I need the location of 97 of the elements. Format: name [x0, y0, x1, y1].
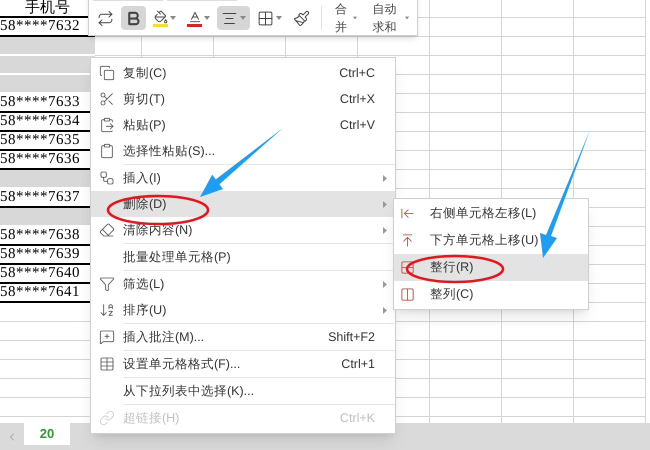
table-cell: [430, 322, 502, 341]
submenu-item[interactable]: 整行(R): [394, 254, 588, 281]
toolbar-button[interactable]: [217, 6, 250, 30]
sheet-tab[interactable]: 20: [24, 423, 70, 445]
submenu-arrow-icon: [383, 280, 387, 288]
comment-icon: [99, 329, 115, 345]
shortcut-text: Ctrl+X: [340, 90, 375, 108]
insert-icon: [99, 170, 115, 186]
menu-item[interactable]: 粘贴(P) Ctrl+V: [91, 112, 395, 138]
bold-icon: [125, 10, 142, 26]
table-cell: [574, 360, 646, 379]
table-cell: [502, 379, 574, 398]
table-cell: [430, 37, 502, 56]
table-cell: [502, 0, 574, 18]
table-cell: [574, 398, 646, 417]
table-cell: [574, 0, 646, 18]
caret-icon: [204, 16, 210, 20]
table-cell: [430, 113, 502, 132]
shift-left-icon: [400, 206, 415, 221]
rows-icon: [400, 260, 415, 275]
shortcut-text: Ctrl+C: [339, 64, 375, 82]
convert-icon: [97, 10, 114, 26]
table-cell: [430, 341, 502, 360]
table-cell: [430, 56, 502, 75]
menu-item[interactable]: 选择性粘贴(S)...: [91, 138, 395, 164]
table-cell: [502, 132, 574, 151]
table-cell: [574, 322, 646, 341]
table-cell: [574, 37, 646, 56]
menu-item[interactable]: 排序(U): [91, 297, 395, 323]
table-cell: [502, 18, 574, 37]
scissors-icon: [99, 91, 115, 107]
table-cell: [574, 113, 646, 132]
table-cell: [502, 322, 574, 341]
table-cell: [574, 379, 646, 398]
caret-icon: [276, 16, 282, 20]
caret-icon: [170, 16, 176, 20]
columns-icon: [400, 287, 415, 302]
clipboard-icon: [99, 143, 115, 159]
table-cell: [502, 360, 574, 379]
menu-item[interactable]: 剪切(T) Ctrl+X: [91, 86, 395, 112]
menu-item[interactable]: 从下拉列表中选择(K)...: [91, 378, 395, 404]
submenu-arrow-icon: [383, 174, 387, 182]
table-cell: [574, 94, 646, 113]
table-cell: [502, 37, 574, 56]
borders-icon: [257, 10, 274, 26]
table-cell: [430, 18, 502, 37]
shortcut-text: Ctrl+K: [340, 410, 375, 427]
table-cell: [502, 398, 574, 417]
table-cell: [430, 132, 502, 151]
menu-item[interactable]: 复制(C) Ctrl+C: [91, 60, 395, 86]
menu-item[interactable]: 插入(I): [91, 165, 395, 191]
eraser-icon: [99, 222, 115, 238]
table-cell: [502, 94, 574, 113]
table-cell: [430, 398, 502, 417]
caret-icon: [352, 16, 357, 20]
menu-item[interactable]: 插入批注(M)... Shift+F2: [91, 324, 395, 350]
toolbar-button[interactable]: [121, 6, 146, 30]
color-bar: [153, 24, 168, 26]
font-color-icon: [188, 10, 202, 24]
color-bar: [187, 24, 202, 26]
sort-icon: [99, 302, 115, 318]
link-icon: [99, 410, 115, 426]
submenu-item[interactable]: 右侧单元格左移(L): [394, 200, 588, 227]
submenu-arrow-icon: [383, 306, 387, 314]
submenu-item[interactable]: 整列(C): [394, 281, 588, 308]
table-cell: [502, 75, 574, 94]
table-cell: [574, 75, 646, 94]
table-cell: [502, 341, 574, 360]
copy-icon: [99, 65, 115, 81]
table-cell: [430, 151, 502, 170]
fill-color-icon: [154, 10, 168, 24]
table-cell: [502, 56, 574, 75]
shortcut-text: Shift+F2: [328, 328, 375, 346]
menu-item[interactable]: 设置单元格格式(F)... Ctrl+1: [91, 351, 395, 377]
filter-icon: [99, 276, 115, 292]
table-cell: [430, 379, 502, 398]
table-cell: [430, 360, 502, 379]
table-cell: [574, 18, 646, 37]
submenu-item[interactable]: 下方单元格上移(U): [394, 227, 588, 254]
table-cell: [574, 56, 646, 75]
caret-icon: [240, 16, 246, 20]
format-painter-icon: [293, 10, 310, 26]
submenu-arrow-icon: [383, 200, 387, 208]
submenu-arrow-icon: [383, 226, 387, 234]
shortcut-text: Ctrl+1: [341, 356, 375, 373]
table-cell: [430, 75, 502, 94]
shortcut-text: Ctrl+V: [340, 116, 375, 134]
table-icon: [99, 356, 115, 372]
table-cell: [502, 113, 574, 132]
table-cell: [502, 151, 574, 170]
table-cell: [574, 170, 646, 189]
table-cell: [430, 0, 502, 18]
shift-up-icon: [400, 233, 415, 248]
caret-icon: [404, 16, 409, 20]
clipboard-icon: [99, 117, 115, 133]
table-cell: [574, 341, 646, 360]
table-cell: [430, 94, 502, 113]
